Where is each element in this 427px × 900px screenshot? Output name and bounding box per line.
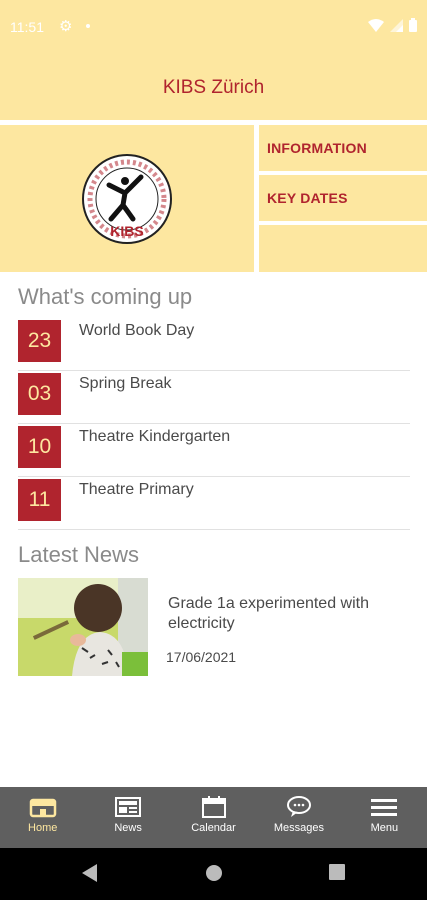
tab-news[interactable]: News [85,787,170,848]
event-name: Spring Break [79,375,172,392]
event-date-badge: 23 [18,320,61,362]
tab-home[interactable]: Home [0,787,85,848]
school-logo: KIBS [82,153,172,244]
event-date-badge: 03 [18,373,61,415]
back-icon[interactable] [82,864,98,882]
information-tile[interactable]: INFORMATION [259,125,427,171]
key-dates-tile[interactable]: KEY DATES [259,175,427,221]
event-row[interactable]: 03 Spring Break [18,370,410,424]
status-bar: 11:51 ⚙ [0,0,427,56]
school-logo-tile[interactable]: KIBS [0,125,254,272]
logo-wordmark: KIBS [110,223,143,239]
tab-calendar[interactable]: Calendar [171,787,256,848]
news-card[interactable]: Grade 1a experimented with electricity 1… [18,578,410,676]
status-time: 11:51 [10,19,44,35]
event-row[interactable]: 10 Theatre Kindergarten [18,423,410,477]
event-date-badge: 10 [18,426,61,468]
information-label: INFORMATION [267,140,367,156]
tab-calendar-label: Calendar [191,822,236,834]
hero-grid: KIBS INFORMATION KEY DATES [0,120,427,272]
tab-messages[interactable]: Messages [256,787,341,848]
notification-dot-icon [86,24,90,28]
signal-icon [390,18,403,32]
event-date-badge: 11 [18,479,61,521]
home-nav-icon[interactable] [205,864,223,882]
app-bar: KIBS Zürich [0,56,427,120]
messages-icon [286,796,311,817]
app-title: KIBS Zürich [162,77,265,98]
news-date: 17/06/2021 [166,649,237,665]
news-thumbnail-image [18,578,148,676]
tab-messages-label: Messages [273,822,324,834]
tab-home-label: Home [28,822,58,834]
menu-icon [371,799,398,816]
recents-icon[interactable] [329,864,345,880]
event-name: Theatre Kindergarten [79,428,231,445]
tab-menu[interactable]: Menu [342,787,427,848]
tab-news-label: News [114,822,142,834]
battery-icon [409,18,417,32]
calendar-icon [201,796,226,818]
event-name: World Book Day [79,322,195,339]
system-navigation-bar [0,848,427,900]
key-dates-label: KEY DATES [267,190,348,206]
news-icon [115,797,142,817]
news-headline: Grade 1a experimented with electricity [168,595,369,632]
home-icon [29,798,56,818]
wifi-icon [368,18,384,32]
bottom-tab-bar: Home News Calendar Messages Menu [0,787,427,848]
system-icons [368,18,417,32]
event-row[interactable]: 11 Theatre Primary [18,476,410,530]
news-section-title: Latest News [18,542,140,567]
event-row[interactable]: 23 World Book Day [18,317,410,371]
empty-tile [259,225,427,272]
event-name: Theatre Primary [79,481,194,498]
tab-menu-label: Menu [370,822,399,834]
upcoming-section-title: What's coming up [18,284,193,309]
settings-icon: ⚙ [59,18,73,35]
